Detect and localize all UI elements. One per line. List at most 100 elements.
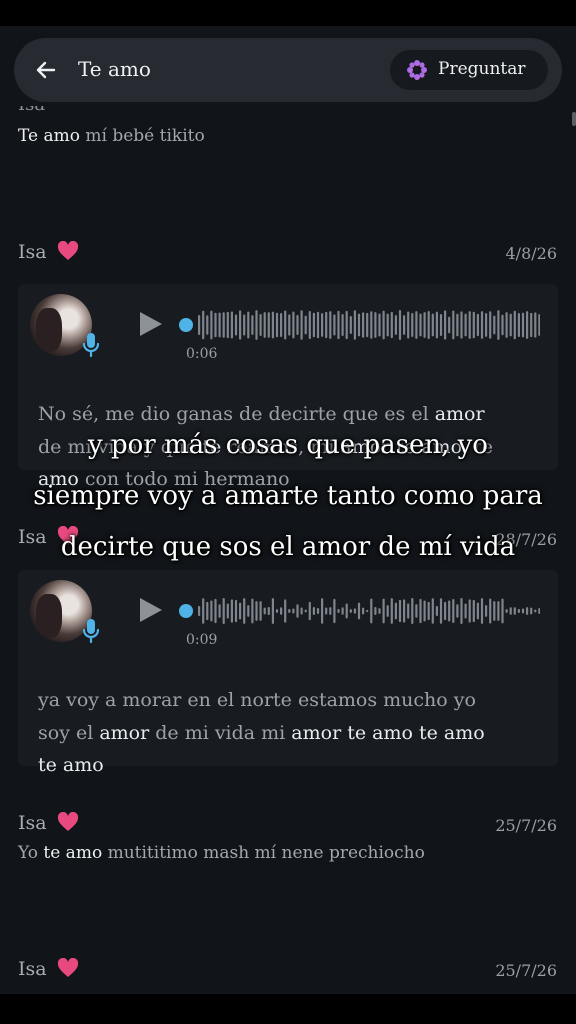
waveform-bar — [505, 312, 508, 338]
voice-transcript: ya voy a morar en el norte estamos mucho… — [38, 684, 538, 782]
message-text[interactable]: Te amo mí bebé tikito — [18, 126, 205, 146]
waveform-bar — [312, 312, 315, 338]
waveform-bar — [513, 310, 516, 340]
message-text[interactable]: Yo te amo mutititimo mash mí nene prechi… — [18, 843, 425, 863]
ask-button-label: Preguntar — [438, 59, 526, 79]
waveform-bar — [362, 607, 365, 615]
message-date: 4/8/26 — [505, 244, 558, 263]
sparkle-icon — [407, 60, 427, 80]
waveform-bar — [431, 313, 434, 337]
waveform-bar — [316, 311, 320, 339]
waveform-bar — [202, 310, 205, 340]
waveform-bar — [230, 599, 233, 623]
transcript-line: No sé, me dio ganas de decirte que es el… — [38, 398, 538, 431]
highlight-text: te amo — [43, 843, 103, 863]
audio-waveform[interactable] — [176, 594, 540, 628]
waveform-bar — [247, 605, 250, 617]
microphone-icon — [82, 619, 100, 644]
highlight-text: amor te amo te amo — [291, 721, 485, 744]
waveform-bar — [275, 312, 279, 338]
heart-icon — [57, 958, 78, 977]
waveform-bar — [341, 314, 344, 336]
caption-line: siempre voy a amarte tanto como para — [33, 481, 543, 511]
waveform-bar — [304, 315, 307, 335]
waveform-bar — [403, 599, 406, 623]
waveform-bar — [497, 310, 500, 340]
waveform-bar — [382, 310, 385, 340]
cut-off-header: Isa — [18, 106, 558, 114]
waveform-bar — [316, 608, 320, 614]
transcript-text: ya voy a morar en el norte estamos mucho… — [38, 689, 476, 711]
waveform-bar — [407, 311, 410, 339]
search-query-text[interactable]: Te amo — [78, 57, 151, 81]
search-bar[interactable]: Te amo Preguntar — [14, 38, 562, 102]
microphone-icon — [82, 333, 100, 358]
waveform-bar — [366, 312, 369, 338]
waveform-bar — [480, 311, 484, 339]
back-arrow-icon[interactable] — [34, 58, 58, 82]
waveform-bar — [370, 598, 373, 624]
waveform-bar — [526, 311, 529, 339]
waveform-bar — [284, 599, 287, 623]
voice-message-card[interactable]: 0:09 ya voy a morar en el norte estamos … — [18, 570, 558, 776]
bottom-bar — [0, 994, 576, 1024]
waveform-bar — [439, 313, 443, 337]
waveform-bar — [321, 598, 324, 624]
play-icon[interactable] — [136, 310, 164, 338]
waveform-bar — [493, 601, 496, 621]
waveform-bar — [472, 599, 475, 623]
waveform-bar — [218, 312, 221, 338]
waveform-bar — [230, 311, 233, 339]
transcript-text: soy el — [38, 721, 100, 744]
waveform-bar — [292, 311, 295, 339]
sender-label: Isa — [18, 958, 47, 980]
waveform-bar — [460, 598, 463, 624]
waveform-bar — [292, 608, 295, 614]
waveform-bar — [362, 312, 365, 338]
waveform-bar — [247, 311, 250, 339]
waveform-bar — [329, 607, 332, 615]
waveform-bar — [513, 607, 516, 615]
waveform-bar — [337, 310, 340, 340]
audio-waveform[interactable] — [176, 308, 540, 342]
waveform-bar — [366, 609, 369, 613]
waveform-bar — [464, 313, 467, 337]
waveform-bar — [222, 598, 225, 624]
waveform-bar — [263, 312, 266, 338]
waveform-bar — [480, 598, 484, 624]
heart-icon — [57, 812, 78, 831]
waveform-bar — [444, 601, 447, 621]
waveform-bar — [464, 603, 467, 619]
waveform-bar — [427, 601, 430, 621]
waveform-bar — [296, 604, 299, 618]
message-date: 25/7/26 — [495, 961, 557, 980]
waveform-bar — [431, 598, 434, 624]
waveform-bar — [378, 608, 381, 614]
waveform-bar — [234, 314, 238, 336]
waveform-bar — [259, 314, 262, 336]
waveform-bar — [435, 605, 438, 617]
ask-button[interactable]: Preguntar — [390, 50, 548, 90]
waveform-bar — [267, 312, 270, 338]
waveform-bar — [489, 598, 492, 624]
waveform-bar — [300, 310, 303, 340]
waveform-bar — [251, 315, 254, 335]
waveform-bar — [349, 609, 352, 613]
waveform-bar — [423, 312, 426, 338]
sender-name: Isa — [18, 241, 79, 263]
scrollbar[interactable] — [572, 112, 576, 126]
play-icon[interactable] — [136, 596, 164, 624]
waveform-bar — [386, 605, 389, 617]
waveform-bar — [239, 602, 242, 620]
waveform-bar — [444, 310, 447, 340]
waveform-bar — [468, 599, 471, 623]
waveform-bar — [206, 315, 209, 335]
waveform-bar — [407, 603, 410, 619]
waveform-bar — [288, 609, 291, 613]
sender-name: Isa — [18, 958, 79, 980]
waveform-bar — [198, 315, 201, 335]
waveform-bar — [280, 313, 283, 337]
waveform-bar — [308, 310, 311, 340]
transcript-text: de mi vida mi — [149, 721, 292, 744]
waveform-bar — [472, 311, 475, 339]
